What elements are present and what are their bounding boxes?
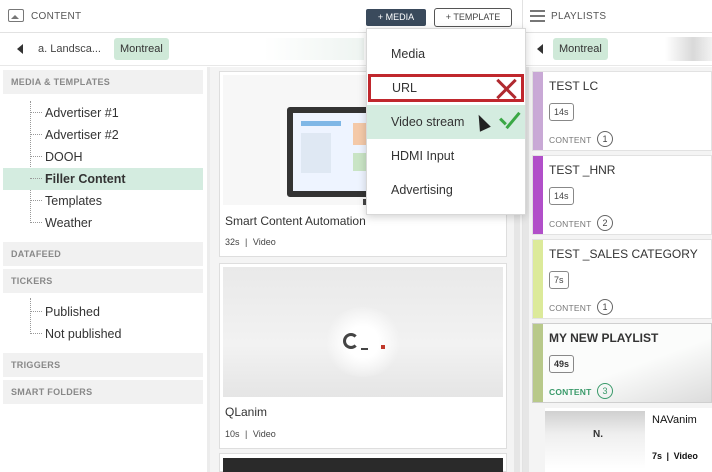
content-title: CONTENT (31, 11, 82, 22)
breadcrumb-fade (264, 38, 364, 60)
folder-label: Advertiser #1 (45, 106, 119, 120)
folder-advertiser-1[interactable]: Advertiser #1 (3, 102, 203, 124)
menu-item-media[interactable]: Media (367, 37, 525, 71)
playlist-content-label: CONTENT (549, 387, 592, 397)
add-media-menu: Media URL Video stream HDMI Input Advert… (366, 28, 526, 215)
section-datafeed[interactable]: DATAFEED (3, 242, 203, 266)
playlist-duration: 7s (549, 271, 569, 289)
playlist-card[interactable]: TEST _SALES CATEGORY 7s CONTENT 1 (532, 239, 712, 319)
menu-item-advertising[interactable]: Advertising (367, 173, 525, 207)
content-name: QLanim (225, 405, 268, 419)
folder-label: Filler Content (45, 172, 126, 186)
menu-item-video-stream[interactable]: Video stream (367, 105, 525, 139)
playlist-card[interactable]: TEST _HNR 14s CONTENT 2 (532, 155, 712, 235)
playlist-item-thumbnail: N. (545, 411, 645, 469)
content-type: Video (252, 237, 276, 247)
folder-label: Weather (45, 216, 93, 230)
loading-animation-icon (343, 333, 359, 349)
playlist-content-count: 1 (597, 299, 613, 315)
content-name: Smart Content Automation (225, 214, 366, 228)
folder-filler-content[interactable]: Filler Content (3, 168, 203, 190)
playlist-title: TEST _SALES CATEGORY (549, 247, 698, 261)
playlists-title: PLAYLISTS (551, 11, 607, 22)
menu-item-label: URL (392, 81, 418, 95)
playlists-breadcrumb-fade (665, 37, 712, 61)
playlist-content-label: CONTENT (549, 135, 592, 145)
playlist-item-type: Video (673, 451, 698, 461)
playlist-color-stripe (533, 324, 543, 402)
playlist-content-count: 1 (597, 131, 613, 147)
ticker-published[interactable]: Published (3, 301, 203, 323)
content-duration: 32s (225, 237, 240, 247)
playlist-duration: 49s (549, 355, 575, 373)
playlist-color-stripe (533, 72, 543, 150)
folder-label: DOOH (45, 150, 83, 164)
menu-item-label: Video stream (391, 115, 465, 129)
content-duration: 10s (225, 429, 240, 439)
red-x-icon (495, 78, 517, 100)
content-thumbnail (223, 267, 503, 397)
add-template-button[interactable]: + TEMPLATE (434, 8, 512, 27)
folder-templates[interactable]: Templates (3, 190, 203, 212)
playlist-color-stripe (533, 240, 543, 318)
playlists-header: PLAYLISTS (523, 0, 712, 33)
folder-label: Templates (45, 194, 102, 208)
playlists-back-icon[interactable] (537, 44, 543, 54)
folder-weather[interactable]: Weather (3, 212, 203, 234)
playlist-title: MY NEW PLAYLIST (549, 331, 659, 345)
playlists-breadcrumb: Montreal (523, 33, 712, 66)
section-triggers[interactable]: TRIGGERS (3, 353, 203, 377)
playlists-breadcrumb-chip[interactable]: Montreal (553, 38, 608, 60)
playlist-title: TEST _HNR (549, 163, 616, 177)
breadcrumb-item-landscape[interactable]: a. Landsca... (38, 43, 101, 55)
ticker-label: Not published (45, 327, 122, 341)
playlist-content-label: CONTENT (549, 303, 592, 313)
playlist-title: TEST LC (549, 79, 599, 93)
playlist-item[interactable]: N. NAVanim 7s | Video (545, 408, 712, 472)
folder-label: Advertiser #2 (45, 128, 119, 142)
playlist-card[interactable]: TEST LC 14s CONTENT 1 (532, 71, 712, 151)
playlist-content-label: CONTENT (549, 219, 592, 229)
sidebar-blank (14, 404, 206, 472)
playlist-duration: 14s (549, 187, 574, 205)
content-meta: 32s | Video (225, 237, 276, 247)
playlist-item-meta: 7s | Video (652, 451, 698, 461)
top-bar: CONTENT + MEDIA + TEMPLATE PLAYLISTS (0, 0, 712, 33)
breadcrumb-item-current[interactable]: Montreal (114, 38, 169, 60)
playlist-item-logo: N. (593, 429, 603, 440)
ticker-not-published[interactable]: Not published (3, 323, 203, 345)
add-media-button[interactable]: + MEDIA (366, 9, 426, 26)
playlist-color-stripe (533, 156, 543, 234)
menu-item-url[interactable]: URL (368, 74, 524, 102)
playlist-duration: 14s (549, 103, 574, 121)
content-type: Video (252, 429, 276, 439)
mouse-cursor-icon (474, 113, 490, 131)
list-icon (530, 10, 545, 22)
green-check-icon (497, 112, 521, 132)
playlist-item-name: NAVanim (652, 414, 697, 426)
playlist-card-active[interactable]: MY NEW PLAYLIST 49s CONTENT 3 (532, 323, 712, 403)
playlist-item-duration: 7s (652, 451, 663, 461)
section-tickers[interactable]: TICKERS (3, 269, 203, 293)
content-card[interactable] (219, 453, 507, 472)
playlist-content-count: 3 (597, 383, 613, 399)
playlist-content-count: 2 (597, 215, 613, 231)
back-icon[interactable] (17, 44, 23, 54)
menu-item-hdmi-input[interactable]: HDMI Input (367, 139, 525, 173)
content-card[interactable]: QLanim 10s | Video (219, 263, 507, 449)
image-icon (8, 9, 24, 22)
ticker-label: Published (45, 305, 100, 319)
content-meta: 10s | Video (225, 429, 276, 439)
section-media-templates[interactable]: MEDIA & TEMPLATES (3, 70, 203, 94)
section-smart-folders[interactable]: SMART FOLDERS (3, 380, 203, 404)
folder-dooh[interactable]: DOOH (3, 146, 203, 168)
folder-advertiser-2[interactable]: Advertiser #2 (3, 124, 203, 146)
